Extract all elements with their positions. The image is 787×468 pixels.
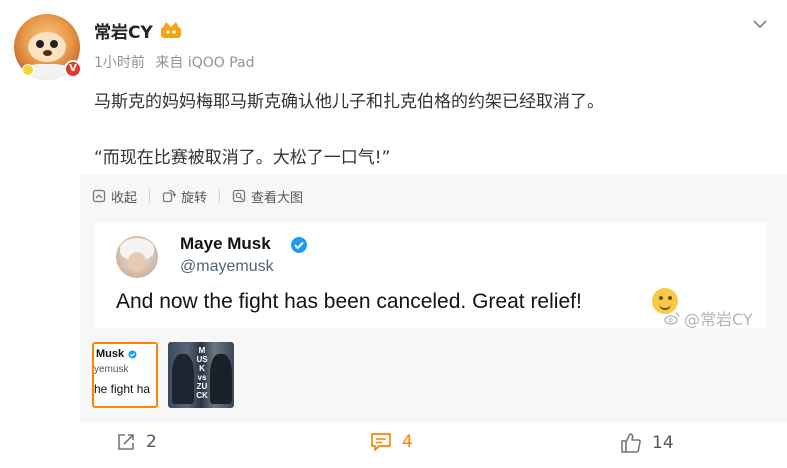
share-icon <box>118 434 134 450</box>
thumbnail-text: he fight ha <box>94 382 151 396</box>
post-header: V 常岩CY 1小时前 来自 iQOO Pad <box>14 12 774 82</box>
post-text: 马斯克的妈妈梅耶马斯克确认他儿子和扎克伯格的约架已经取消了。 <box>94 92 604 112</box>
like-count: 14 <box>652 433 674 453</box>
thumbs-up-icon <box>621 433 641 453</box>
tweet-text: And now the fight has been canceled. Gre… <box>116 290 582 313</box>
media-toolbar: 收起 旋转 查看大图 <box>92 186 315 206</box>
verified-v-icon: V <box>64 60 82 78</box>
tweet-author-name: Maye Musk <box>180 234 271 253</box>
rotate-icon <box>162 189 177 203</box>
tweet-image[interactable]: Maye Musk @mayemusk And now the fight ha… <box>94 222 767 330</box>
tweet-author-avatar <box>116 236 158 278</box>
comment-count: 4 <box>402 432 413 452</box>
action-bar: 2 4 14 <box>0 424 787 468</box>
thumbnail-name: Musk <box>96 348 125 360</box>
toolbar-divider <box>149 189 151 203</box>
thumbnail-tweet[interactable]: Musk yemusk he fight ha <box>92 342 158 408</box>
share-count: 2 <box>146 432 157 452</box>
share-button[interactable]: 2 <box>116 432 157 452</box>
post-quote: “而现在比赛被取消了。大松了一口气!” <box>94 148 391 168</box>
media-viewer: 收起 旋转 查看大图 Maye Musk @mayemusk And now t… <box>80 174 787 422</box>
thumbnail-musk-vs-zuck[interactable]: MUSK vs ZUCK <box>168 342 234 408</box>
verified-check-icon <box>291 237 307 253</box>
weibo-logo-icon <box>664 312 680 325</box>
collapse-label: 收起 <box>111 190 138 206</box>
thumbnail-handle: yemusk <box>94 364 129 375</box>
member-crown-icon[interactable] <box>160 21 182 39</box>
tweet-author-handle: @mayemusk <box>180 258 274 275</box>
view-large-button[interactable]: 查看大图 <box>232 187 303 206</box>
toolbar-divider <box>219 189 221 203</box>
comment-button[interactable]: 4 <box>370 432 413 452</box>
weibo-watermark: @常岩CY <box>664 306 753 330</box>
watermark-text: @常岩CY <box>684 310 753 329</box>
thumbnail-title: MUSK vs ZUCK <box>196 346 208 400</box>
rotate-label: 旋转 <box>181 190 208 206</box>
verified-check-icon <box>128 350 137 359</box>
level-badge-icon <box>22 64 34 76</box>
post-source: 来自 iQOO Pad <box>155 55 255 71</box>
collapse-icon <box>92 189 106 203</box>
chevron-down-icon[interactable] <box>750 14 770 34</box>
post-time[interactable]: 1小时前 <box>94 55 145 71</box>
magnify-image-icon <box>232 189 246 203</box>
rotate-button[interactable]: 旋转 <box>162 187 207 206</box>
collapse-button[interactable]: 收起 <box>92 187 137 206</box>
like-button[interactable]: 14 <box>620 432 674 454</box>
author-name[interactable]: 常岩CY <box>94 18 153 43</box>
post-meta: 1小时前 来自 iQOO Pad <box>94 52 261 72</box>
thumbnail-strip: Musk yemusk he fight ha MUSK vs ZUCK <box>92 342 244 408</box>
comment-icon <box>371 433 391 451</box>
view-large-label: 查看大图 <box>251 190 304 206</box>
